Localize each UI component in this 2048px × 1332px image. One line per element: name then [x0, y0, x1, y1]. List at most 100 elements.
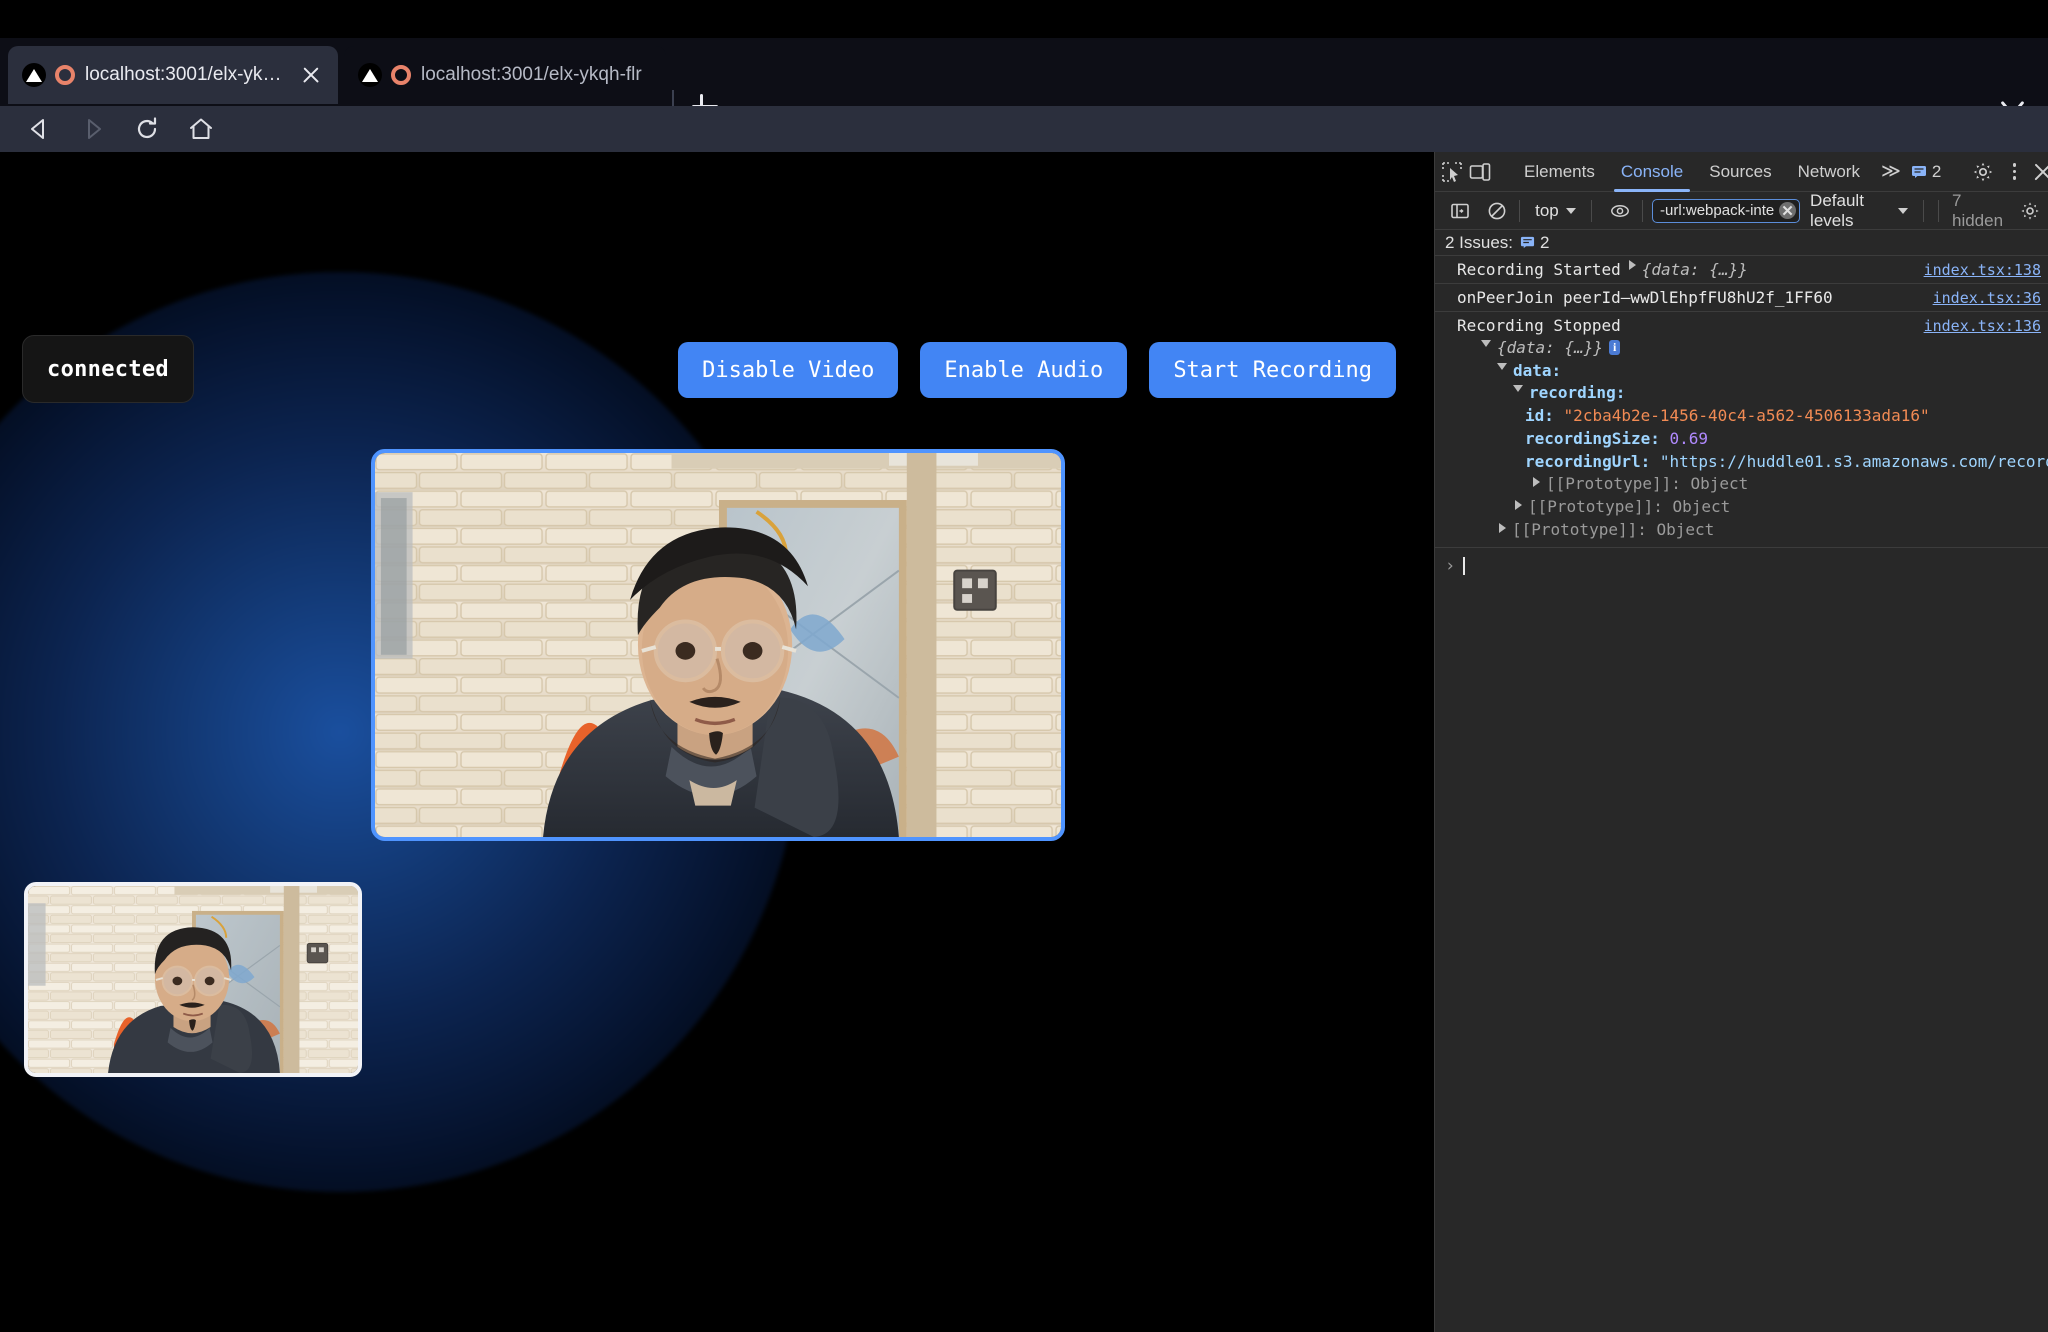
tab-favicon-group	[358, 63, 411, 87]
start-recording-button[interactable]: Start Recording	[1149, 342, 1396, 398]
console-filter-value: -url:webpack-intern	[1660, 202, 1775, 219]
window-titlebar	[0, 0, 2048, 38]
object-data-row[interactable]: data:	[1475, 360, 2048, 383]
log-message: Recording Stopped	[1457, 316, 1621, 335]
issues-counter[interactable]: 2	[1907, 162, 1945, 182]
devtools-tab-list: Elements Console Sources Network	[1511, 152, 1873, 192]
clear-filter-icon[interactable]: ✕	[1779, 202, 1796, 219]
console-log-entry[interactable]: Recording Stopped index.tsx:136 {data: {…	[1435, 312, 2048, 548]
self-webcam-illustration	[28, 886, 358, 1073]
log-source-link[interactable]: index.tsx:138	[1924, 261, 2041, 279]
console-log-list[interactable]: Recording Started {data: {…}} index.tsx:…	[1435, 256, 2048, 1332]
log-levels-select[interactable]: Default levels	[1804, 191, 1914, 231]
property-value[interactable]: "https://huddle01.s3.amazonaws.com/recor…	[1660, 452, 2048, 471]
enable-audio-button[interactable]: Enable Audio	[920, 342, 1127, 398]
prototype-label: [[Prototype]]: Object	[1512, 520, 1714, 539]
console-filter-input[interactable]: -url:webpack-intern ✕	[1652, 199, 1800, 223]
reload-icon[interactable]	[132, 114, 162, 144]
prototype-label: [[Prototype]]: Object	[1528, 497, 1730, 516]
console-prompt[interactable]: ›	[1435, 548, 2048, 576]
status-badge: connected	[22, 335, 194, 403]
execution-context-select[interactable]: top	[1529, 201, 1582, 221]
issues-count: 2	[1932, 162, 1941, 182]
log-source-link[interactable]: index.tsx:136	[1924, 317, 2041, 335]
console-filter-bar: top -url:webpack-intern ✕ Default levels…	[1435, 192, 2048, 230]
inspect-element-icon[interactable]	[1441, 156, 1463, 188]
issues-icon	[1520, 235, 1535, 250]
object-property-row: recordingSize: 0.69	[1475, 428, 2048, 451]
log-source-link[interactable]: index.tsx:36	[1933, 289, 2041, 307]
object-root-row[interactable]: {data: {…}}i	[1475, 337, 2048, 360]
issues-icon	[1911, 164, 1927, 180]
expand-triangle-icon[interactable]	[1499, 523, 1506, 533]
local-video-tile[interactable]	[24, 882, 362, 1077]
filter-divider	[1519, 200, 1520, 222]
object-property-row: id: "2cba4b2e-1456-40c4-a562-4506133ada1…	[1475, 405, 2048, 428]
console-log-entry[interactable]: onPeerJoin peerId—wwDlEhpfFU8hU2f_1FF60 …	[1435, 284, 2048, 312]
object-prototype-row[interactable]: [[Prototype]]: Object	[1475, 473, 2048, 496]
local-video-stream	[28, 886, 358, 1073]
devtools-toolbar: Elements Console Sources Network ≫ 2	[1435, 152, 2048, 192]
collapse-triangle-icon[interactable]	[1481, 340, 1491, 352]
record-circle-favicon-icon	[391, 65, 411, 85]
expand-triangle-icon[interactable]	[1533, 477, 1540, 487]
tab-elements[interactable]: Elements	[1511, 152, 1608, 192]
filter-divider	[1938, 200, 1939, 222]
object-recording-row[interactable]: recording:	[1475, 382, 2048, 405]
expand-triangle-icon[interactable]	[1515, 500, 1522, 510]
hidden-messages-count: 7 hidden	[1952, 191, 2006, 231]
webcam-frame-illustration	[375, 453, 1061, 837]
tab-close-icon[interactable]	[298, 62, 324, 88]
execution-context-value: top	[1535, 201, 1559, 221]
gear-icon[interactable]	[1967, 156, 1999, 188]
clear-console-icon[interactable]	[1484, 195, 1511, 227]
close-devtools-icon[interactable]	[2029, 158, 2048, 186]
tab-network[interactable]: Network	[1785, 152, 1873, 192]
tab-strip: localhost:3001/elx-ykqh-flr localhost:30…	[0, 38, 2048, 106]
tab-sources[interactable]: Sources	[1696, 152, 1784, 192]
back-icon[interactable]	[24, 114, 54, 144]
console-settings-gear-icon[interactable]	[2016, 195, 2043, 227]
property-key: id:	[1525, 406, 1554, 425]
browser-chrome: localhost:3001/elx-ykqh-flr localhost:30…	[0, 0, 2048, 152]
issues-bar[interactable]: 2 Issues: 2	[1435, 230, 2048, 256]
browser-tab-2[interactable]: localhost:3001/elx-ykqh-flr	[344, 46, 666, 104]
issues-label: 2 Issues:	[1445, 233, 1513, 253]
triangle-favicon-icon	[358, 63, 382, 87]
tab-favicon-group	[22, 63, 75, 87]
collapse-triangle-icon[interactable]	[1513, 385, 1523, 397]
live-expression-eye-icon[interactable]	[1607, 195, 1634, 227]
expand-triangle-icon[interactable]	[1629, 260, 1636, 270]
action-button-bar: Disable Video Enable Audio Start Recordi…	[678, 342, 1396, 398]
tab-console[interactable]: Console	[1608, 152, 1696, 192]
info-badge-icon[interactable]: i	[1609, 340, 1620, 355]
object-key: data:	[1513, 361, 1561, 380]
remote-video-tile[interactable]	[371, 449, 1065, 841]
web-page-content: connected Disable Video Enable Audio Sta…	[0, 152, 1434, 1332]
devtools-menu-icon[interactable]	[2001, 159, 2027, 185]
record-circle-favicon-icon	[55, 65, 75, 85]
forward-icon	[78, 114, 108, 144]
more-tabs-icon[interactable]: ≫	[1875, 160, 1907, 183]
prompt-chevron-icon: ›	[1445, 556, 1455, 576]
object-prototype-row[interactable]: [[Prototype]]: Object	[1475, 496, 2048, 519]
browser-tab-1[interactable]: localhost:3001/elx-ykqh-flr	[8, 46, 338, 104]
home-icon[interactable]	[186, 114, 216, 144]
issues-chip[interactable]: 2	[1520, 233, 1549, 253]
filter-divider	[1923, 200, 1924, 222]
filter-divider	[1591, 200, 1592, 222]
property-key: recordingUrl:	[1525, 452, 1650, 471]
device-toolbar-icon[interactable]	[1469, 156, 1491, 188]
console-sidebar-icon[interactable]	[1447, 195, 1474, 227]
filter-divider	[1642, 200, 1643, 222]
object-prototype-row[interactable]: [[Prototype]]: Object	[1475, 519, 2048, 542]
console-log-entry[interactable]: Recording Started {data: {…}} index.tsx:…	[1435, 256, 2048, 284]
issues-chip-count: 2	[1540, 233, 1549, 253]
collapse-triangle-icon[interactable]	[1497, 363, 1507, 375]
devtools-toolbar-right	[1961, 156, 2048, 188]
console-object-tree: {data: {…}}i data: recording: id: "2cba4…	[1457, 335, 2048, 543]
tab-title: localhost:3001/elx-ykqh-flr	[85, 64, 288, 86]
chevron-down-icon	[1566, 208, 1576, 214]
screen: localhost:3001/elx-ykqh-flr localhost:30…	[0, 0, 2048, 1332]
disable-video-button[interactable]: Disable Video	[678, 342, 898, 398]
